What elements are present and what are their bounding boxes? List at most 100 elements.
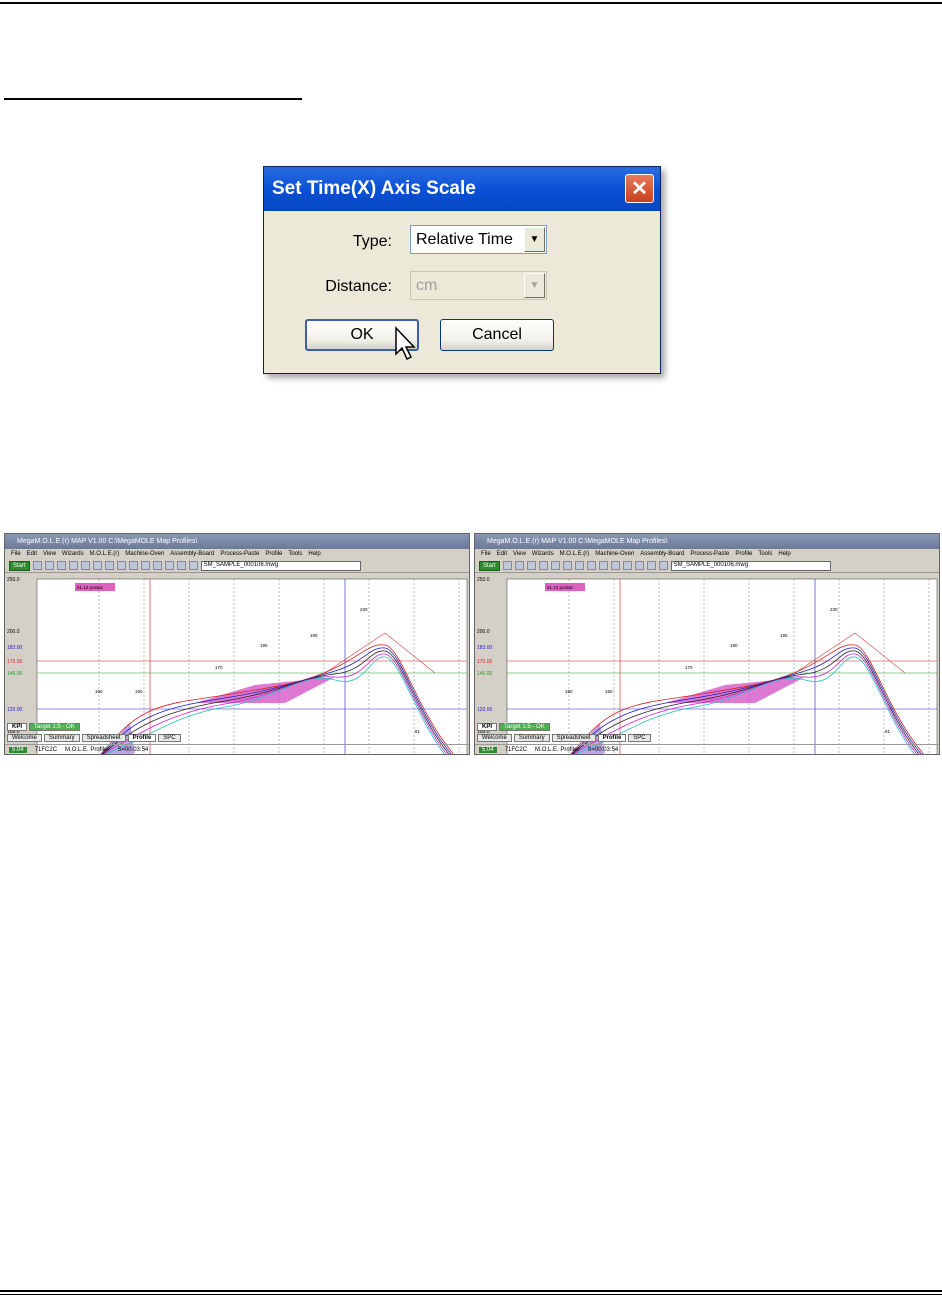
menu-item[interactable]: Wizards bbox=[62, 551, 84, 557]
toolbar-icon[interactable] bbox=[68, 561, 78, 570]
menu-item[interactable]: Profile bbox=[265, 551, 282, 557]
toolbar-icon[interactable] bbox=[574, 561, 584, 570]
toolbar-icon[interactable] bbox=[116, 561, 126, 570]
toolbar-icon[interactable] bbox=[128, 561, 138, 570]
region-label: 230 bbox=[830, 607, 838, 612]
menu-item[interactable]: Tools bbox=[288, 551, 302, 557]
sheet-tab[interactable]: Profile bbox=[127, 734, 157, 742]
kpi-tab[interactable]: KPI bbox=[7, 723, 28, 731]
toolbar-icon[interactable] bbox=[104, 561, 114, 570]
toolbar-icon[interactable] bbox=[188, 561, 198, 570]
menu-item[interactable]: Machine-Oven bbox=[595, 551, 634, 557]
toolbar-icon[interactable] bbox=[514, 561, 524, 570]
y-tick-label: 170.00 bbox=[477, 659, 493, 665]
region-label: 230 bbox=[360, 607, 368, 612]
chevron-down-icon[interactable]: ▼ bbox=[524, 227, 545, 252]
menu-item[interactable]: Assembly-Board bbox=[170, 551, 214, 557]
menu-item[interactable]: Edit bbox=[27, 551, 37, 557]
sheet-tab[interactable]: Profile bbox=[597, 734, 627, 742]
toolbar: Start SM_SAMPLE_000106.mwg bbox=[5, 559, 469, 573]
toolbar-icon[interactable] bbox=[598, 561, 608, 570]
cancel-button[interactable]: Cancel bbox=[440, 319, 554, 351]
toolbar-icon[interactable] bbox=[622, 561, 632, 570]
start-button[interactable]: Start bbox=[479, 560, 500, 571]
menu-item[interactable]: Assembly-Board bbox=[640, 551, 684, 557]
kpi-tab[interactable]: Target 1:5 - OK bbox=[499, 723, 550, 731]
toolbar-icon[interactable] bbox=[152, 561, 162, 570]
toolbar-icon[interactable] bbox=[164, 561, 174, 570]
menu-item[interactable]: M.O.L.E.(r) bbox=[90, 551, 120, 557]
menu-item[interactable]: Process-Paste bbox=[690, 551, 729, 557]
kpi-tab[interactable]: Target 1:5 - OK bbox=[29, 723, 80, 731]
page-bottom-rule-thin bbox=[0, 1294, 942, 1295]
app-title-bar: MegaM.O.L.E.(r) MAP V1.00 C:\MegaMOLE Ma… bbox=[475, 534, 939, 549]
sheet-tab[interactable]: Summary bbox=[513, 734, 550, 742]
distance-select-value: cm bbox=[416, 276, 438, 294]
status-field: M.O.L.E. Profiler bbox=[65, 746, 110, 753]
y-tick-label: 146.00 bbox=[7, 671, 23, 677]
profile-file-select[interactable]: SM_SAMPLE_000106.mwg bbox=[670, 560, 831, 571]
menu-item[interactable]: View bbox=[43, 551, 56, 557]
sheet-tab[interactable]: SPC bbox=[628, 734, 651, 742]
menu-item[interactable]: Wizards bbox=[532, 551, 554, 557]
status-bar: 5.04 71FC2C M.O.L.E. Profiler S=00:03:54 bbox=[5, 744, 469, 754]
menu-item[interactable]: Tools bbox=[758, 551, 772, 557]
menu-item[interactable]: View bbox=[513, 551, 526, 557]
toolbar-icon[interactable] bbox=[502, 561, 512, 570]
toolbar-icon[interactable] bbox=[140, 561, 150, 570]
region-label: 150 bbox=[135, 689, 143, 694]
menu-item[interactable]: M.O.L.E.(r) bbox=[560, 551, 590, 557]
y-tick-label: 200.0 bbox=[7, 629, 20, 635]
toolbar-icon[interactable] bbox=[526, 561, 536, 570]
toolbar-icon[interactable] bbox=[32, 561, 42, 570]
app-window-time: MegaM.O.L.E.(r) MAP V1.00 C:\MegaMOLE Ma… bbox=[4, 533, 470, 755]
close-icon[interactable]: ✕ bbox=[625, 174, 654, 203]
toolbar-icon[interactable] bbox=[44, 561, 54, 570]
menu-item[interactable]: Edit bbox=[497, 551, 507, 557]
menu-item[interactable]: Help bbox=[778, 551, 790, 557]
toolbar-icon[interactable] bbox=[176, 561, 186, 570]
region-label: 190 bbox=[310, 633, 318, 638]
sheet-tab[interactable]: Spreadsheet bbox=[81, 734, 126, 742]
sheet-tab[interactable]: Welcome bbox=[477, 734, 512, 742]
kpi-tab[interactable]: KPI bbox=[477, 723, 498, 731]
status-field: 5.04 bbox=[9, 746, 27, 753]
toolbar-icon[interactable] bbox=[538, 561, 548, 570]
toolbar-icon[interactable] bbox=[92, 561, 102, 570]
profile-file-select[interactable]: SM_SAMPLE_000106.mwg bbox=[200, 560, 361, 571]
region-label: 170 bbox=[685, 665, 693, 670]
y-tick-label: 120.00 bbox=[477, 707, 493, 713]
toolbar-icon[interactable] bbox=[562, 561, 572, 570]
toolbar-icon[interactable] bbox=[550, 561, 560, 570]
toolbar-icon[interactable] bbox=[586, 561, 596, 570]
dialog-title-bar[interactable]: Set Time(X) Axis Scale bbox=[264, 167, 660, 211]
region-label: 190 bbox=[260, 643, 268, 648]
menu-item[interactable]: Machine-Oven bbox=[125, 551, 164, 557]
toolbar-icon[interactable] bbox=[634, 561, 644, 570]
sheet-tab[interactable]: Summary bbox=[43, 734, 80, 742]
toolbar-icon[interactable] bbox=[610, 561, 620, 570]
heading-underline bbox=[4, 98, 302, 100]
toolbar-icon[interactable] bbox=[646, 561, 656, 570]
menu-item[interactable]: File bbox=[481, 551, 491, 557]
type-select[interactable]: Relative Time ▼ bbox=[410, 225, 547, 254]
sheet-tab[interactable]: Welcome bbox=[7, 734, 42, 742]
y-tick-label: 250.0 bbox=[477, 577, 490, 583]
y-tick-label: 183.00 bbox=[7, 645, 23, 651]
menu-item[interactable]: Process-Paste bbox=[220, 551, 259, 557]
page-top-rule bbox=[0, 2, 942, 4]
toolbar-icon[interactable] bbox=[56, 561, 66, 570]
menu-item[interactable]: File bbox=[11, 551, 21, 557]
sheet-tab[interactable]: Spreadsheet bbox=[551, 734, 596, 742]
menu-item[interactable]: Help bbox=[308, 551, 320, 557]
toolbar-icon[interactable] bbox=[658, 561, 668, 570]
menu-item[interactable]: Profile bbox=[735, 551, 752, 557]
status-field: 71FC2C bbox=[34, 746, 58, 753]
sheet-tab[interactable]: SPC bbox=[158, 734, 181, 742]
region-label: 81 bbox=[415, 729, 421, 734]
app-title-bar: MegaM.O.L.E.(r) MAP V1.00 C:\MegaMOLE Ma… bbox=[5, 534, 469, 549]
toolbar-icon[interactable] bbox=[80, 561, 90, 570]
type-select-value: Relative Time bbox=[416, 230, 513, 248]
region-label: 81 bbox=[885, 729, 891, 734]
start-button[interactable]: Start bbox=[9, 560, 30, 571]
